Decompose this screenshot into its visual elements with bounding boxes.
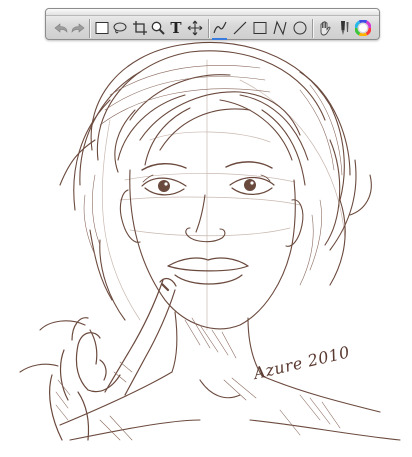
- drawing-toolbar: T: [45, 8, 380, 40]
- rectangle-shape-icon[interactable]: [252, 20, 268, 36]
- polyline-icon[interactable]: [272, 20, 288, 36]
- hair-strokes: [59, 42, 372, 321]
- hand-pan-icon[interactable]: [317, 20, 333, 36]
- active-tool-indicator: [212, 38, 227, 40]
- neck-shoulders: [19, 311, 401, 441]
- mouth: [167, 257, 249, 285]
- text-tool-icon[interactable]: T: [168, 20, 184, 36]
- nose: [185, 194, 226, 243]
- neck-hatching: [99, 317, 341, 441]
- face-outline: [119, 169, 304, 330]
- undo-icon[interactable]: [53, 20, 69, 36]
- zoom-icon[interactable]: [150, 20, 166, 36]
- toolbar-separator: [312, 19, 313, 38]
- ellipse-shape-icon[interactable]: [292, 20, 308, 36]
- sketch-canvas[interactable]: [0, 0, 412, 457]
- lasso-select-icon[interactable]: [112, 20, 128, 36]
- move-icon[interactable]: [187, 20, 203, 36]
- hand-with-pencil: [49, 277, 177, 441]
- freehand-pen-icon[interactable]: [212, 20, 228, 36]
- toolbar-separator: [89, 19, 90, 38]
- color-wheel-icon[interactable]: [355, 20, 371, 36]
- pen-brush-icon[interactable]: [335, 20, 351, 36]
- rectangle-select-icon[interactable]: [94, 20, 110, 36]
- redo-icon[interactable]: [70, 20, 86, 36]
- crop-icon[interactable]: [132, 20, 148, 36]
- drawing-app: Azure 2010 T: [0, 0, 412, 457]
- line-icon[interactable]: [232, 20, 248, 36]
- toolbar-separator: [208, 19, 209, 38]
- eyes: [141, 174, 275, 196]
- toolbar-drag-handle[interactable]: [46, 9, 379, 16]
